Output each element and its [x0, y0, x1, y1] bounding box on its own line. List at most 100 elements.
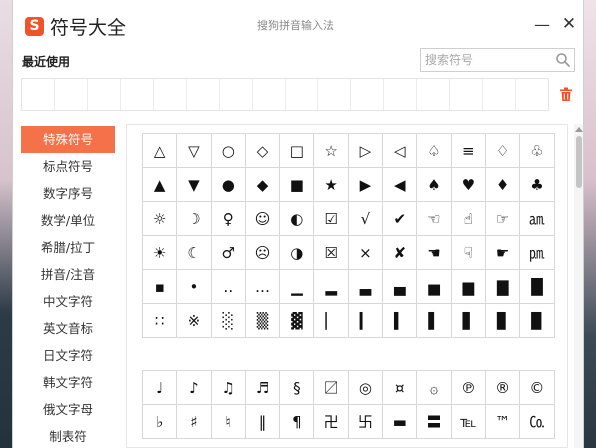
recent-symbol-slot[interactable]: [88, 79, 121, 110]
symbol-cell[interactable]: ◑: [279, 235, 315, 270]
symbol-cell[interactable]: ▪: [141, 269, 178, 304]
symbol-cell[interactable]: ♯: [176, 404, 212, 439]
recent-symbol-slot[interactable]: [220, 79, 253, 110]
symbol-cell[interactable]: ☑: [313, 201, 349, 236]
symbol-cell[interactable]: ◎: [347, 370, 384, 405]
recent-symbol-slot[interactable]: [384, 79, 418, 110]
category-item[interactable]: 制表符: [21, 423, 115, 448]
recent-symbol-slot[interactable]: [483, 79, 517, 110]
symbol-cell[interactable]: △: [141, 133, 178, 168]
recent-symbol-slot[interactable]: [22, 79, 55, 110]
symbol-cell[interactable]: 卐: [347, 404, 384, 439]
recent-symbol-slot[interactable]: [318, 79, 352, 110]
recent-symbol-slot[interactable]: [253, 79, 286, 110]
symbol-cell[interactable]: ●: [210, 167, 246, 202]
symbol-cell[interactable]: ※: [176, 303, 212, 338]
category-item[interactable]: 希腊/拉丁: [21, 234, 115, 261]
category-item[interactable]: 英文音标: [21, 315, 115, 342]
symbol-cell[interactable]: ㏇: [519, 404, 555, 439]
symbol-cell[interactable]: ♬: [244, 370, 281, 405]
recent-symbol-slot[interactable]: [55, 79, 88, 110]
category-item[interactable]: 中文字符: [21, 288, 115, 315]
symbol-cell[interactable]: ©: [519, 370, 555, 405]
scrollbar-thumb[interactable]: [576, 136, 582, 188]
symbol-cell[interactable]: ☟: [450, 235, 486, 270]
symbol-cell[interactable]: ▷: [347, 133, 384, 168]
symbol-cell[interactable]: ▌: [416, 303, 452, 338]
symbol-cell[interactable]: ▆: [450, 269, 486, 304]
symbol-cell[interactable]: ♂: [210, 235, 246, 270]
category-item[interactable]: 标点符号: [21, 153, 115, 180]
symbol-cell[interactable]: 〓: [416, 404, 452, 439]
symbol-cell[interactable]: ∷: [141, 303, 178, 338]
symbol-cell[interactable]: ▽: [176, 133, 212, 168]
search-input[interactable]: [425, 51, 549, 69]
symbol-cell[interactable]: ‥: [210, 269, 246, 304]
recent-symbol-slot[interactable]: [417, 79, 451, 110]
symbol-cell[interactable]: ▄: [382, 269, 418, 304]
symbol-cell[interactable]: █: [519, 269, 555, 304]
symbol-cell[interactable]: ▲: [141, 167, 178, 202]
recent-symbol-slot[interactable]: [286, 79, 319, 110]
symbol-cell[interactable]: ◀: [382, 167, 418, 202]
symbol-cell[interactable]: ™: [484, 404, 521, 439]
symbol-cell[interactable]: ▓: [279, 303, 315, 338]
symbol-cell[interactable]: ▍: [382, 303, 418, 338]
symbol-cell[interactable]: ℡: [450, 404, 486, 439]
category-item[interactable]: 日文字符: [21, 342, 115, 369]
scrollbar[interactable]: [574, 124, 583, 448]
symbol-cell[interactable]: ☺: [244, 201, 281, 236]
symbol-cell[interactable]: ▼: [176, 167, 212, 202]
symbol-cell[interactable]: ㏘: [519, 235, 555, 270]
symbol-cell[interactable]: □: [279, 133, 315, 168]
symbol-cell[interactable]: ▁: [279, 269, 315, 304]
symbol-cell[interactable]: ♦: [484, 167, 521, 202]
symbol-cell[interactable]: ▃: [347, 269, 384, 304]
symbol-cell[interactable]: ♠: [416, 167, 452, 202]
symbol-cell[interactable]: ℗: [450, 370, 486, 405]
symbol-cell[interactable]: ☾: [176, 235, 212, 270]
symbol-cell[interactable]: ✔: [382, 201, 418, 236]
minimize-button[interactable]: —: [534, 17, 550, 34]
symbol-cell[interactable]: ☜: [416, 201, 452, 236]
symbol-cell[interactable]: ♭: [141, 404, 178, 439]
symbol-cell[interactable]: ☛: [484, 235, 521, 270]
category-item[interactable]: 韩文字符: [21, 369, 115, 396]
symbol-cell[interactable]: ♣: [519, 167, 555, 202]
symbol-cell[interactable]: ㏂: [519, 201, 555, 236]
trash-icon[interactable]: [559, 87, 573, 102]
category-item[interactable]: 拼音/注音: [21, 261, 115, 288]
symbol-cell[interactable]: ■: [279, 167, 315, 202]
search-icon[interactable]: [555, 52, 571, 68]
recent-symbol-slot[interactable]: [187, 79, 220, 110]
symbol-cell[interactable]: ◐: [279, 201, 315, 236]
symbol-cell[interactable]: ♤: [416, 133, 452, 168]
category-item[interactable]: 数字序号: [21, 180, 115, 207]
symbol-cell[interactable]: ♪: [176, 370, 212, 405]
symbol-cell[interactable]: ▅: [416, 269, 452, 304]
symbol-cell[interactable]: ▂: [313, 269, 349, 304]
symbol-cell[interactable]: ♥: [450, 167, 486, 202]
symbol-cell[interactable]: ☝: [450, 201, 486, 236]
symbol-cell[interactable]: ♢: [484, 133, 521, 168]
symbol-cell[interactable]: ☒: [313, 235, 349, 270]
category-item[interactable]: 特殊符号: [21, 126, 115, 153]
symbol-cell[interactable]: ◆: [244, 167, 281, 202]
symbol-cell[interactable]: ♮: [210, 404, 246, 439]
symbol-cell[interactable]: ▬: [382, 404, 418, 439]
symbol-cell[interactable]: ○: [210, 133, 246, 168]
symbol-cell[interactable]: ۞: [416, 370, 452, 405]
recent-symbol-slot[interactable]: [516, 79, 548, 110]
symbol-cell[interactable]: 〼: [313, 370, 349, 405]
symbol-cell[interactable]: …: [244, 269, 281, 304]
symbol-cell[interactable]: ¤: [382, 370, 418, 405]
symbol-cell[interactable]: ‖: [244, 404, 281, 439]
symbol-cell[interactable]: ♩: [141, 370, 178, 405]
symbol-cell[interactable]: ◇: [244, 133, 281, 168]
symbol-cell[interactable]: ▊: [484, 303, 521, 338]
symbol-cell[interactable]: ✘: [382, 235, 418, 270]
symbol-cell[interactable]: ☽: [176, 201, 212, 236]
recent-symbol-slot[interactable]: [154, 79, 187, 110]
symbol-cell[interactable]: ☀: [141, 235, 178, 270]
symbol-cell[interactable]: ▎: [347, 303, 384, 338]
